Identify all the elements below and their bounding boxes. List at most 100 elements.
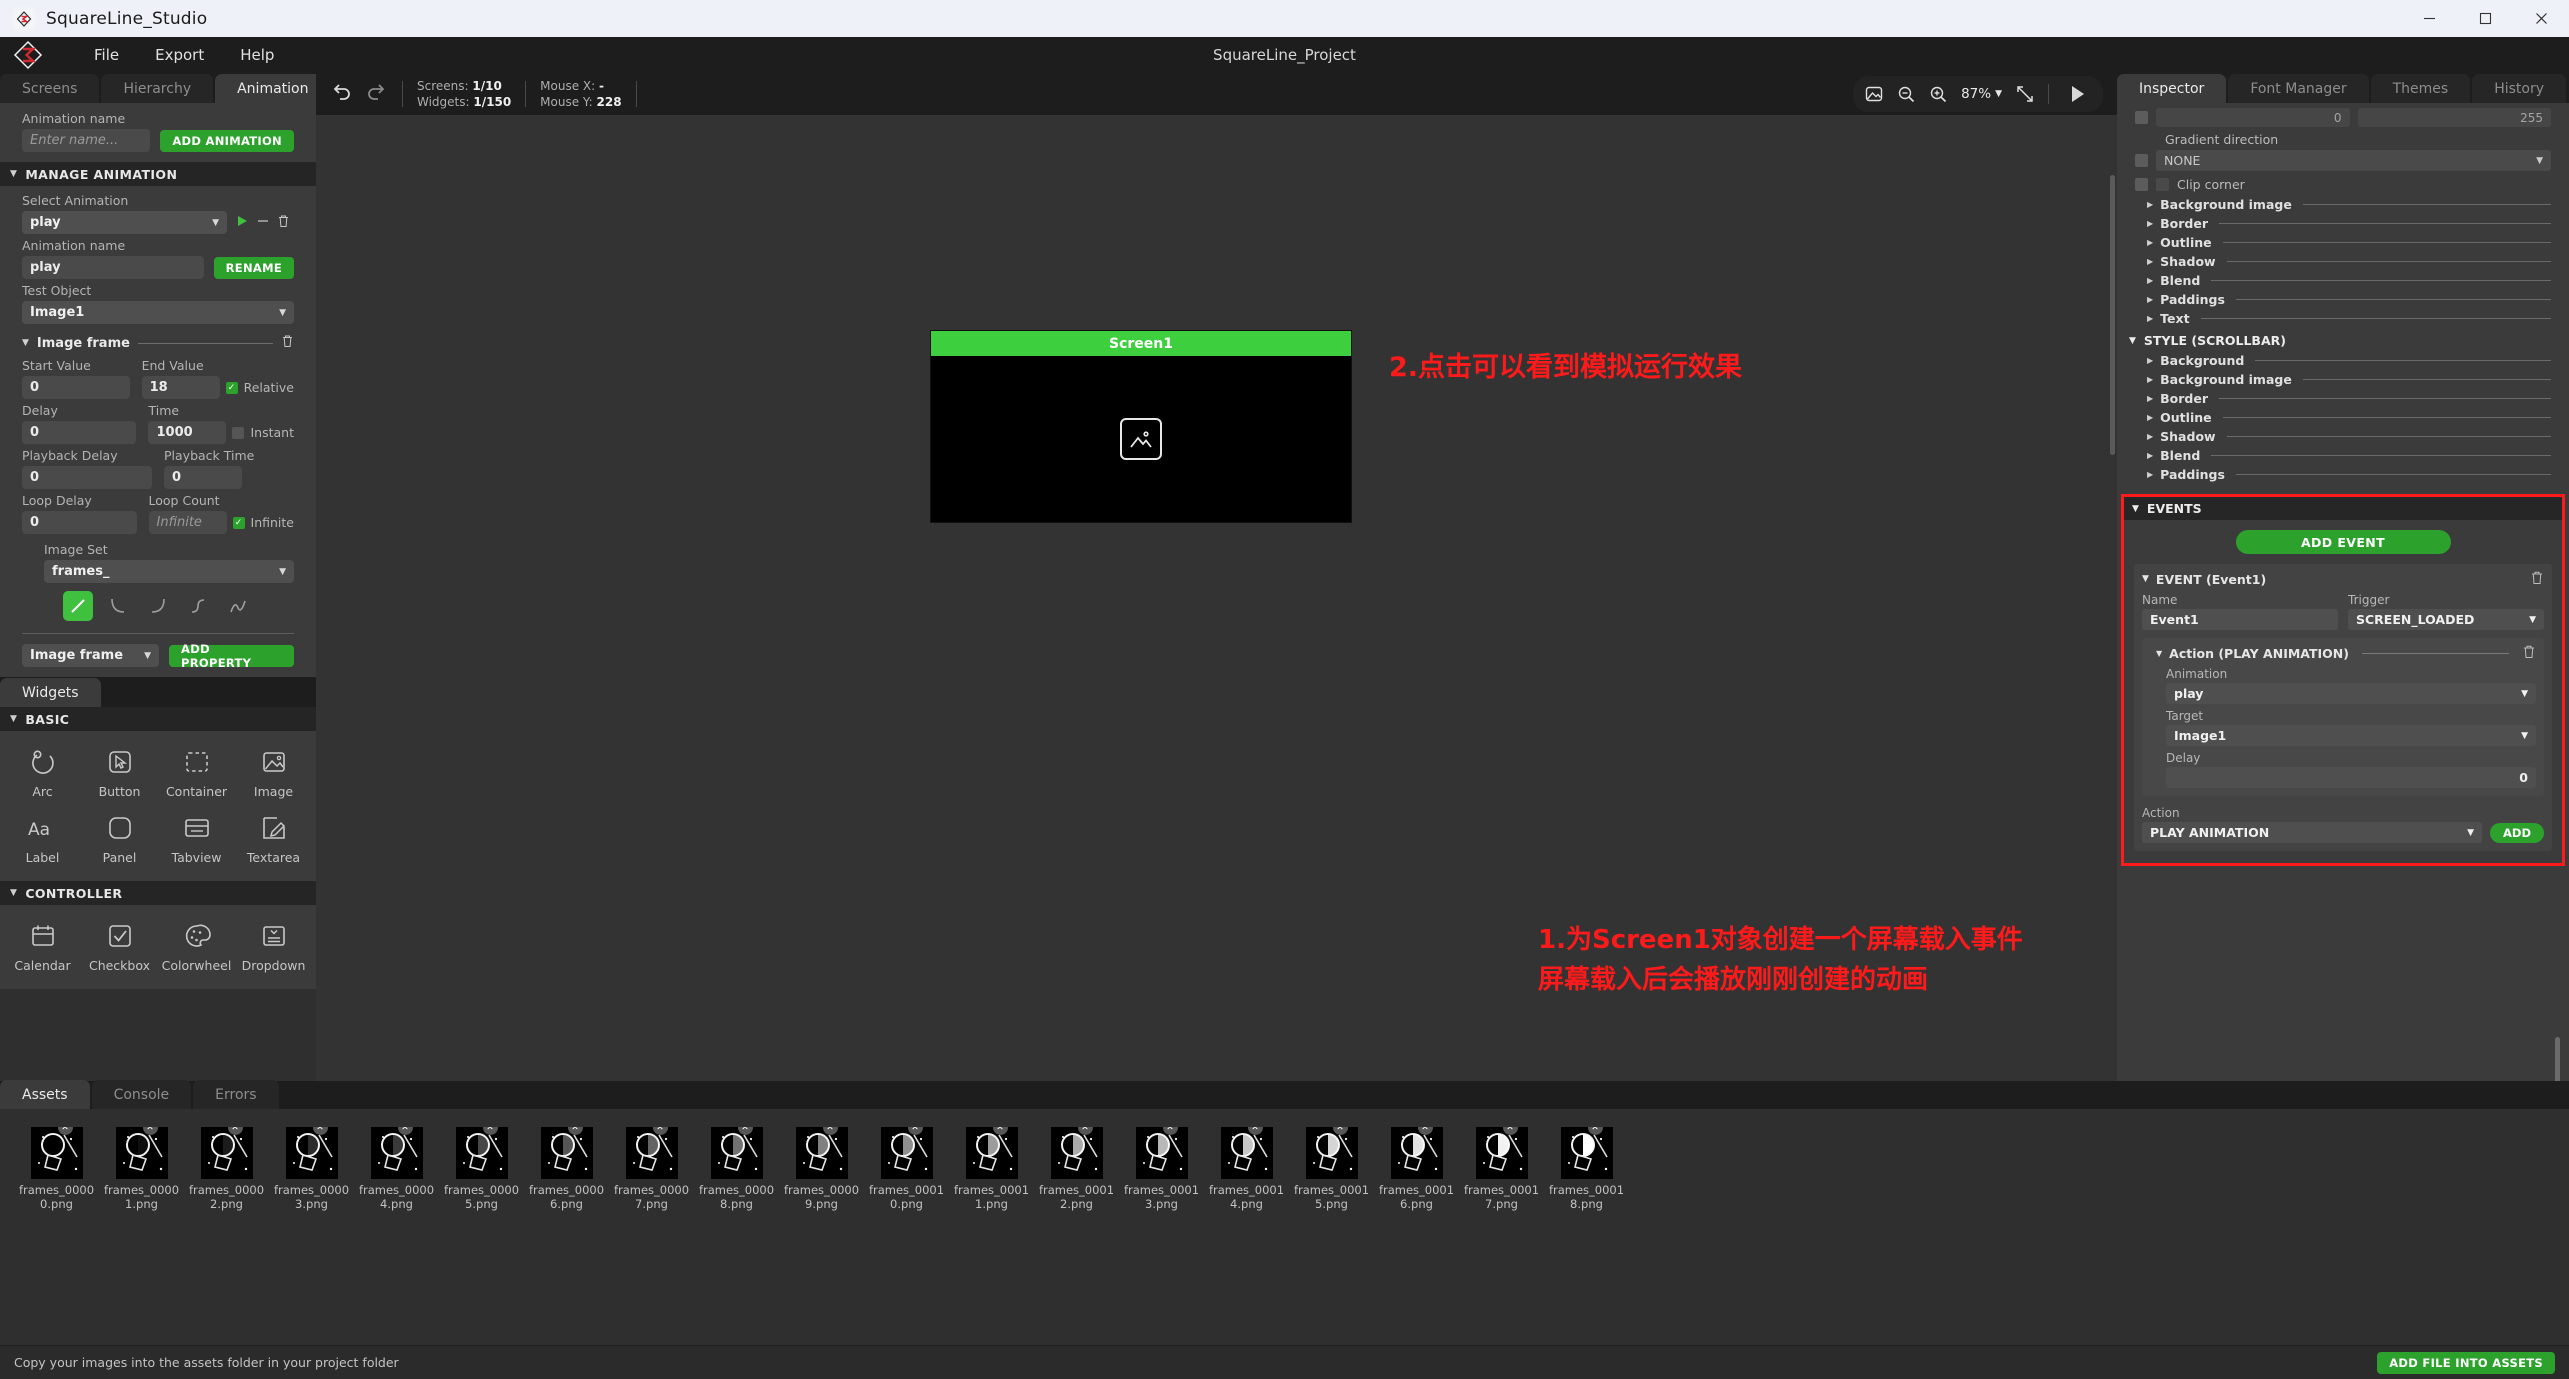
style-state-swatch[interactable] [2135, 111, 2148, 124]
event-name-input[interactable]: Event1 [2142, 609, 2338, 630]
manage-animation-header[interactable]: ▼ MANAGE ANIMATION [0, 162, 316, 186]
rename-button[interactable]: RENAME [213, 256, 294, 279]
action-delay-input[interactable]: 0 [2166, 767, 2536, 788]
style-row-outline[interactable]: ▶ Outline [2117, 233, 2569, 252]
style-row-paddings[interactable]: ▶ Paddings [2117, 290, 2569, 309]
asset-item[interactable]: ✕ frames_0001 2.png [1034, 1127, 1119, 1211]
easing-ease-in-option[interactable] [103, 591, 133, 621]
delete-action-icon[interactable] [2522, 644, 2536, 662]
basic-section-header[interactable]: ▼ BASIC [0, 707, 316, 731]
widget-calendar[interactable]: Calendar [4, 913, 81, 979]
tab-errors[interactable]: Errors [193, 1080, 279, 1109]
undo-icon[interactable] [330, 81, 352, 107]
asset-item[interactable]: ✕ frames_0000 1.png [99, 1127, 184, 1211]
asset-item[interactable]: ✕ frames_0000 4.png [354, 1127, 439, 1211]
widget-image[interactable]: Image [235, 739, 312, 805]
easing-linear-option[interactable] [63, 591, 93, 621]
playback-time-input[interactable]: 0 [164, 466, 242, 489]
scrollbar-row-background-image[interactable]: ▶ Background image [2117, 370, 2569, 389]
controller-section-header[interactable]: ▼ CONTROLLER [0, 881, 316, 905]
widget-textarea[interactable]: Textarea [235, 805, 312, 871]
play-animation-icon[interactable] [235, 214, 249, 232]
tab-assets[interactable]: Assets [0, 1080, 90, 1109]
asset-thumbnail[interactable]: ✕ [1305, 1127, 1358, 1179]
loop-count-input[interactable]: Infinite [148, 511, 227, 534]
widget-label-w[interactable]: Aa Label [4, 805, 81, 871]
style-scrollbar-header[interactable]: ▼ STYLE (SCROLLBAR) [2117, 328, 2569, 351]
asset-item[interactable]: ✕ frames_0000 3.png [269, 1127, 354, 1211]
asset-item[interactable]: ✕ frames_0001 7.png [1459, 1127, 1544, 1211]
asset-item[interactable]: ✕ frames_0000 7.png [609, 1127, 694, 1211]
easing-ease-out-option[interactable] [143, 591, 173, 621]
run-simulator-button[interactable] [2057, 79, 2097, 109]
test-object-dropdown[interactable]: Image1 ▼ [22, 301, 294, 324]
asset-item[interactable]: ✕ frames_0001 8.png [1544, 1127, 1629, 1211]
delete-animation-icon[interactable] [277, 214, 290, 232]
asset-item[interactable]: ✕ frames_0000 2.png [184, 1127, 269, 1211]
asset-thumbnail[interactable]: ✕ [1135, 1127, 1188, 1179]
tab-font-manager[interactable]: Font Manager [2228, 74, 2369, 103]
asset-item[interactable]: ✕ frames_0000 5.png [439, 1127, 524, 1211]
widget-container[interactable]: Container [158, 739, 235, 805]
menu-help[interactable]: Help [222, 37, 292, 73]
scrollbar-row-shadow[interactable]: ▶ Shadow [2117, 427, 2569, 446]
tab-history[interactable]: History [2472, 74, 2567, 103]
delete-event-icon[interactable] [2530, 570, 2544, 588]
scrollbar-row-outline[interactable]: ▶ Outline [2117, 408, 2569, 427]
action-type-dropdown[interactable]: PLAY ANIMATION ▼ [2142, 822, 2482, 843]
widget-panel[interactable]: Panel [81, 805, 158, 871]
asset-thumbnail[interactable]: ✕ [880, 1127, 933, 1179]
add-event-button[interactable]: ADD EVENT [2235, 530, 2451, 554]
tab-animation[interactable]: Animation [215, 74, 331, 103]
asset-item[interactable]: ✕ frames_0001 3.png [1119, 1127, 1204, 1211]
add-action-button[interactable]: ADD [2490, 823, 2544, 843]
tab-inspector[interactable]: Inspector [2117, 74, 2227, 103]
tab-console[interactable]: Console [91, 1080, 192, 1109]
asset-thumbnail[interactable]: ✕ [625, 1127, 678, 1179]
add-property-button[interactable]: ADD PROPERTY [169, 642, 294, 670]
anim-name-input[interactable]: play [22, 256, 204, 279]
scrollbar-row-paddings[interactable]: ▶ Paddings [2117, 465, 2569, 488]
zoom-out-icon[interactable] [1891, 80, 1921, 108]
action-header[interactable]: ▼ Action (PLAY ANIMATION) [2156, 644, 2536, 662]
easing-bounce-option[interactable] [223, 591, 253, 621]
time-input[interactable]: 1000 [148, 421, 227, 444]
asset-thumbnail[interactable]: ✕ [1475, 1127, 1528, 1179]
action-target-dropdown[interactable]: Image1 ▼ [2166, 725, 2536, 746]
scrollbar-row-border[interactable]: ▶ Border [2117, 389, 2569, 408]
asset-thumbnail[interactable]: ✕ [1050, 1127, 1103, 1179]
close-button[interactable] [2513, 0, 2569, 37]
event-trigger-dropdown[interactable]: SCREEN_LOADED ▼ [2348, 609, 2544, 630]
loop-delay-input[interactable]: 0 [22, 511, 137, 534]
asset-item[interactable]: ✕ frames_0000 8.png [694, 1127, 779, 1211]
asset-thumbnail[interactable]: ✕ [710, 1127, 763, 1179]
animation-name-input[interactable]: Enter name... [22, 129, 151, 152]
image-set-dropdown[interactable]: frames_ ▼ [44, 560, 294, 583]
asset-thumbnail[interactable]: ✕ [455, 1127, 508, 1179]
asset-item[interactable]: ✕ frames_0000 9.png [779, 1127, 864, 1211]
widget-checkbox[interactable]: Checkbox [81, 913, 158, 979]
gradient-direction-dropdown[interactable]: NONE ▼ [2156, 150, 2551, 171]
menu-export[interactable]: Export [137, 37, 222, 73]
asset-thumbnail[interactable]: ✕ [115, 1127, 168, 1179]
screen1-body[interactable] [931, 356, 1351, 522]
asset-item[interactable]: ✕ frames_0001 0.png [864, 1127, 949, 1211]
tab-hierarchy[interactable]: Hierarchy [101, 74, 214, 103]
opacity-min-input[interactable]: 0 [2156, 108, 2350, 127]
asset-thumbnail[interactable]: ✕ [1220, 1127, 1273, 1179]
relative-checkbox[interactable]: ✓ [225, 381, 238, 394]
widget-tabview[interactable]: Tabview [158, 805, 235, 871]
asset-thumbnail[interactable]: ✕ [965, 1127, 1018, 1179]
style-row-blend[interactable]: ▶ Blend [2117, 271, 2569, 290]
canvas-vertical-scrollbar[interactable] [2110, 175, 2115, 455]
style-row-border[interactable]: ▶ Border [2117, 214, 2569, 233]
events-header[interactable]: ▼ EVENTS [2124, 497, 2562, 520]
property-type-dropdown[interactable]: Image frame ▼ [22, 644, 160, 667]
select-animation-dropdown[interactable]: play ▼ [22, 211, 227, 234]
infinite-checkbox[interactable]: ✓ [232, 516, 245, 529]
asset-item[interactable]: ✕ frames_0000 0.png [14, 1127, 99, 1211]
widget-colorwheel[interactable]: Colorwheel [158, 913, 235, 979]
asset-item[interactable]: ✕ frames_0000 6.png [524, 1127, 609, 1211]
scrollbar-row-background[interactable]: ▶ Background [2117, 351, 2569, 370]
tab-screens[interactable]: Screens [0, 74, 100, 103]
